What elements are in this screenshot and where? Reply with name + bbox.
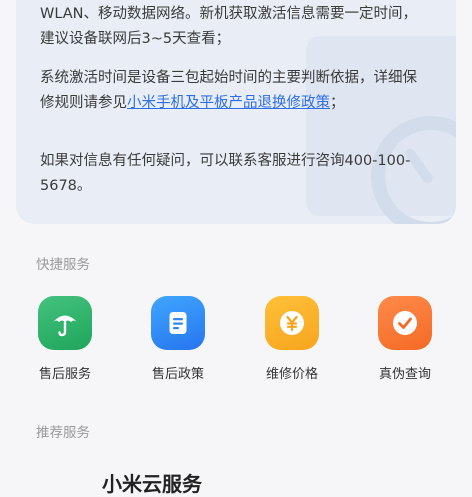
verified-badge-icon bbox=[378, 296, 432, 350]
info-paragraph-network: WLAN、移动数据网络。新机获取激活信息需要一定时间，建议设备联网后3~5天查看… bbox=[40, 6, 418, 47]
yen-coin-icon bbox=[265, 296, 319, 350]
service-label: 真伪查询 bbox=[378, 367, 431, 382]
service-label: 维修价格 bbox=[265, 367, 318, 382]
quick-services-title: 快捷服务 bbox=[36, 257, 90, 273]
service-label: 售后政策 bbox=[151, 367, 204, 382]
document-icon bbox=[151, 296, 205, 350]
after-sales-policy-button[interactable]: 售后政策 bbox=[138, 296, 218, 382]
authenticity-check-button[interactable]: 真伪查询 bbox=[365, 296, 445, 382]
info-paragraph-warranty: 系统激活时间是设备三包起始时间的主要判断依据，详细保修规则请参见小米手机及平板产… bbox=[40, 66, 430, 116]
warranty-policy-link[interactable]: 小米手机及平板产品退换修政策 bbox=[127, 95, 330, 111]
after-sales-service-button[interactable]: 售后服务 bbox=[25, 296, 105, 382]
umbrella-icon bbox=[38, 296, 92, 350]
repair-price-button[interactable]: 维修价格 bbox=[252, 296, 332, 382]
recommended-services-title: 推荐服务 bbox=[36, 425, 90, 441]
service-label: 售后服务 bbox=[38, 367, 91, 382]
info-paragraph-contact: 如果对信息有任何疑问，可以联系客服进行咨询400-100-5678。 bbox=[40, 153, 411, 194]
warranty-text-end: ； bbox=[330, 95, 345, 111]
quick-services-grid: 售后服务 售后政策 维修价格 真伪查询 bbox=[0, 296, 472, 396]
